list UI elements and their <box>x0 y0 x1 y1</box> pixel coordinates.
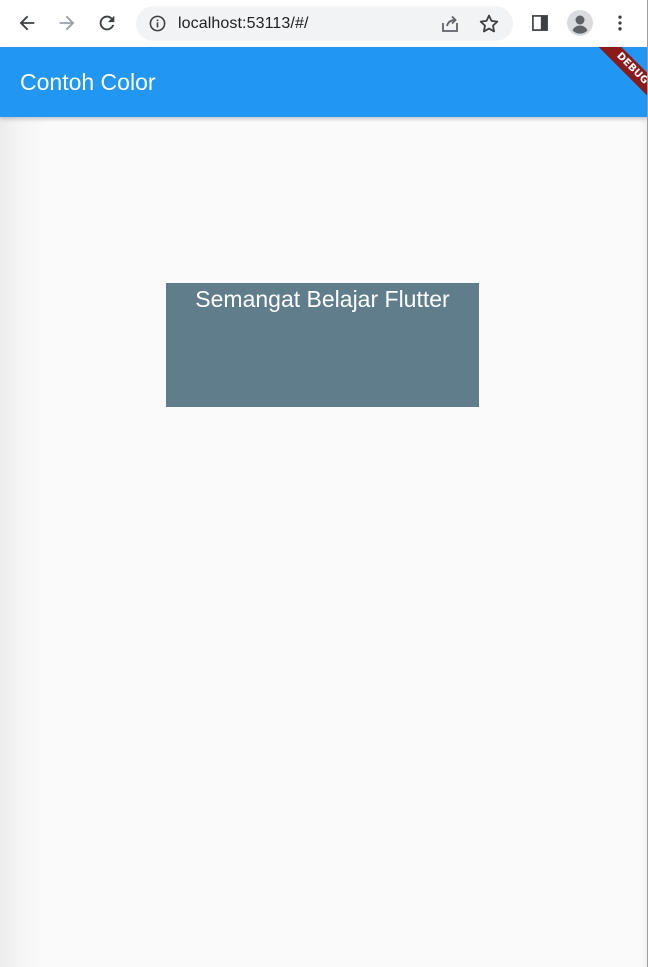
container-text: Semangat Belajar Flutter <box>195 286 450 312</box>
info-icon[interactable] <box>148 14 167 33</box>
browser-window: localhost:53113/#/ Contoh Color DEBUG Se… <box>0 0 648 967</box>
address-bar[interactable]: localhost:53113/#/ <box>136 6 513 41</box>
debug-banner: DEBUG <box>578 47 648 117</box>
profile-button[interactable] <box>565 8 595 38</box>
app-body: Semangat Belajar Flutter <box>0 117 648 967</box>
reload-icon <box>99 15 115 31</box>
browser-toolbar: localhost:53113/#/ <box>0 0 648 47</box>
color-container: Semangat Belajar Flutter <box>166 283 479 407</box>
back-button[interactable] <box>12 8 42 38</box>
star-icon[interactable] <box>477 12 501 36</box>
app-title: Contoh Color <box>20 69 156 95</box>
more-vert-icon <box>618 15 622 31</box>
address-url[interactable]: localhost:53113/#/ <box>178 14 309 33</box>
share-icon[interactable] <box>438 12 462 36</box>
debug-ribbon: DEBUG <box>590 47 648 111</box>
reload-button[interactable] <box>92 8 122 38</box>
arrow-back-icon <box>19 15 35 31</box>
app-bar: Contoh Color <box>0 47 648 117</box>
side-panel-icon <box>532 15 548 31</box>
browser-menu-button[interactable] <box>605 8 635 38</box>
arrow-forward-icon <box>59 15 75 31</box>
profile-icon <box>567 10 593 36</box>
forward-button[interactable] <box>52 8 82 38</box>
side-panel-button[interactable] <box>525 8 555 38</box>
